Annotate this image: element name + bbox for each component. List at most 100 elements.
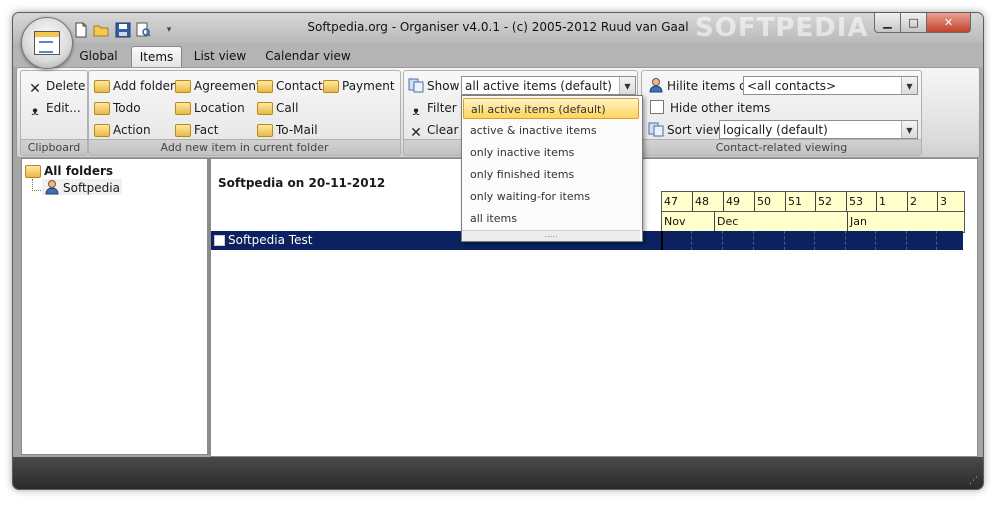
- week-cell: 51: [785, 192, 815, 211]
- new-doc-icon[interactable]: [73, 22, 89, 38]
- tree-root-all-folders[interactable]: All folders: [25, 162, 113, 178]
- tab-bar: Global Items List view Calendar view: [13, 43, 983, 68]
- open-folder-icon[interactable]: [93, 22, 109, 38]
- sort-view-select[interactable]: logically (default) ▼: [719, 120, 918, 139]
- folder-icon: [94, 80, 110, 93]
- action-button[interactable]: Action: [94, 120, 151, 140]
- dropdown-option[interactable]: active & inactive items: [463, 120, 639, 141]
- filter-binoculars-icon: ᴥ: [412, 104, 420, 118]
- filter-button[interactable]: ᴥ Filter b: [408, 98, 468, 118]
- action-icon: [94, 124, 110, 137]
- app-window: Softpedia.org - Organiser v4.0.1 - (c) 2…: [12, 12, 984, 490]
- contact-viewing-group: Hilite items of <all contacts> ▼ Hide ot…: [641, 70, 922, 156]
- call-icon: [257, 102, 273, 115]
- dropdown-option[interactable]: only waiting-for items: [463, 186, 639, 207]
- person-icon: [648, 77, 664, 93]
- tree-item-softpedia[interactable]: Softpedia: [42, 179, 122, 195]
- week-cell: 3: [937, 192, 964, 211]
- timeline-slot: [691, 231, 722, 250]
- timeline-slot: [722, 231, 753, 250]
- folder-tree: All folders Softpedia: [21, 158, 208, 455]
- title-bar[interactable]: Softpedia.org - Organiser v4.0.1 - (c) 2…: [13, 13, 983, 43]
- save-icon[interactable]: [115, 22, 131, 38]
- week-cell: 1: [876, 192, 907, 211]
- week-cell: 50: [754, 192, 785, 211]
- agreement-button[interactable]: Agreement: [175, 76, 261, 96]
- timeline-slot: [936, 231, 963, 250]
- location-button[interactable]: Location: [175, 98, 245, 118]
- call-button[interactable]: Call: [257, 98, 298, 118]
- delete-button[interactable]: ✕ Delete: [27, 76, 85, 97]
- maximize-button[interactable]: □: [900, 13, 927, 33]
- mail-icon: [257, 124, 273, 137]
- sort-icon: [648, 121, 664, 137]
- dropdown-option[interactable]: only finished items: [463, 164, 639, 185]
- timeline-slot: [753, 231, 784, 250]
- dropdown-option[interactable]: all items: [463, 208, 639, 229]
- hilite-label: Hilite items of: [648, 76, 751, 96]
- close-button[interactable]: ✕: [926, 13, 971, 33]
- organiser-logo-icon: [34, 31, 60, 55]
- tab-items[interactable]: Items: [131, 46, 182, 68]
- week-cell: 2: [907, 192, 937, 211]
- week-cell: 49: [723, 192, 754, 211]
- contact-icon: [257, 80, 273, 93]
- item-checkbox[interactable]: [214, 235, 225, 246]
- show-label: Show: [408, 76, 459, 96]
- person-icon: [44, 179, 60, 195]
- app-menu-button[interactable]: [21, 17, 73, 69]
- add-folder-button[interactable]: Add folder: [94, 76, 175, 96]
- item-title: Softpedia Test: [228, 233, 313, 247]
- timeline-header: 47 48 49 50 51 52 53 1 2 3 Nov Dec Jan: [661, 191, 965, 233]
- month-row: Nov Dec Jan: [662, 212, 964, 231]
- week-cell: 53: [846, 192, 876, 211]
- tab-list-view[interactable]: List view: [191, 46, 249, 67]
- week-cell: 52: [815, 192, 846, 211]
- month-cell: Dec: [714, 212, 847, 231]
- hide-other-items-checkbox[interactable]: Hide other items: [650, 98, 770, 118]
- week-cell: 47: [664, 195, 678, 208]
- edit-button[interactable]: ᴥ Edit...: [27, 98, 80, 118]
- dropdown-option[interactable]: only inactive items: [463, 142, 639, 163]
- resize-grip-icon[interactable]: ⋰: [969, 476, 979, 486]
- tab-global[interactable]: Global: [71, 46, 126, 67]
- add-item-caption: Add new item in current folder: [89, 139, 400, 155]
- payment-button[interactable]: Payment: [323, 76, 395, 96]
- dropdown-resize-grip[interactable]: .....: [462, 230, 640, 241]
- folder-icon: [25, 165, 41, 178]
- payment-icon: [323, 80, 339, 93]
- fact-button[interactable]: Fact: [175, 120, 218, 140]
- fact-icon: [175, 124, 191, 137]
- contact-caption: Contact-related viewing: [642, 139, 921, 155]
- hilite-contacts-select[interactable]: <all contacts> ▼: [743, 76, 918, 95]
- add-item-group: Add folder Todo Action Agreement Locatio…: [88, 70, 401, 156]
- chevron-down-icon[interactable]: ▼: [901, 77, 917, 94]
- watermark: SOFTPEDIA: [695, 13, 869, 43]
- month-cell: Jan: [847, 212, 964, 231]
- tab-calendar-view[interactable]: Calendar view: [263, 46, 353, 67]
- timeline-slot: [784, 231, 814, 250]
- checkbox-box[interactable]: [650, 100, 664, 114]
- item-timeline: [661, 231, 963, 250]
- agreement-icon: [175, 80, 191, 93]
- timeline-slot: [875, 231, 906, 250]
- print-preview-icon[interactable]: [135, 22, 151, 38]
- show-select[interactable]: all active items (default) ▼: [461, 76, 636, 95]
- dropdown-option[interactable]: all active items (default): [463, 98, 639, 119]
- to-mail-button[interactable]: To-Mail: [257, 120, 318, 140]
- show-dropdown-list: all active items (default) active & inac…: [461, 95, 643, 242]
- binoculars-icon: ᴥ: [31, 104, 39, 118]
- chevron-down-icon[interactable]: ▼: [619, 77, 635, 94]
- chevron-down-icon[interactable]: ▼: [901, 121, 917, 138]
- sort-view-label: Sort view: [648, 120, 723, 140]
- contact-button[interactable]: Contact: [257, 76, 323, 96]
- minimize-button[interactable]: ▁: [874, 13, 901, 33]
- todo-button[interactable]: Todo: [94, 98, 141, 118]
- customize-icon[interactable]: ▾: [161, 22, 177, 38]
- clipboard-group: ✕ Delete ᴥ Edit... Clipboard: [20, 70, 88, 156]
- show-icon: [408, 77, 424, 93]
- timeline-slot: [906, 231, 936, 250]
- clear-filter-button[interactable]: ✕ Clear f: [408, 120, 466, 141]
- timeline-slot: [661, 231, 691, 250]
- timeline-slot: [845, 231, 875, 250]
